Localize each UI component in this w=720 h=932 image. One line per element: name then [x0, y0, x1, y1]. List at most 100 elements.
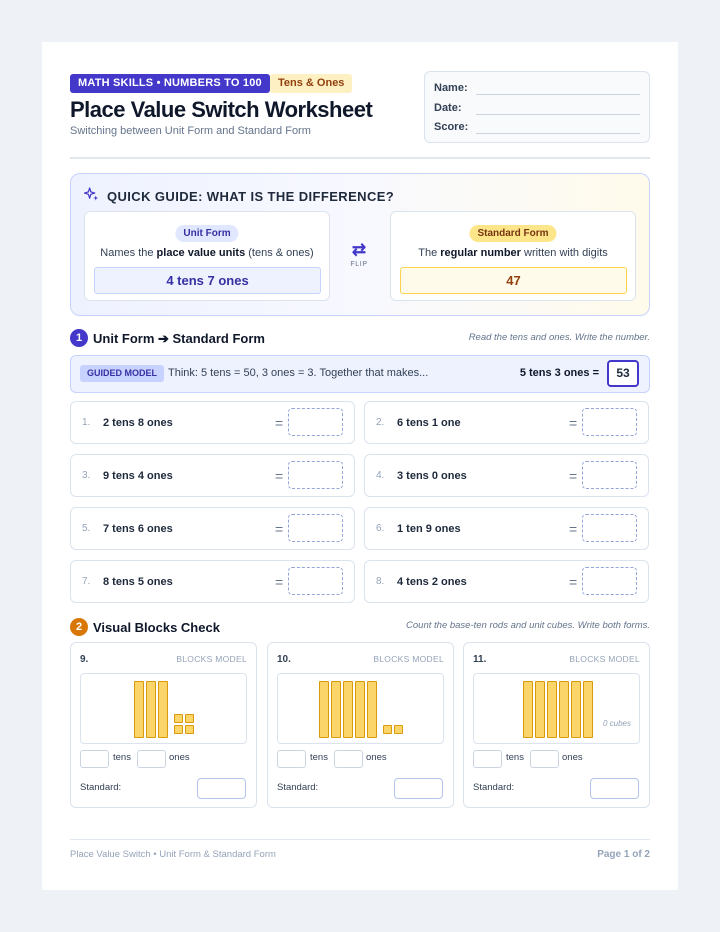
blocks-card: 9. BLOCKS MODEL tens ones Standard:: [70, 642, 257, 808]
blocks-card: 11. BLOCKS MODEL 0 cubes tens ones Stand…: [463, 642, 650, 808]
answer-box[interactable]: [582, 567, 637, 595]
problem-text: 3 tens 0 ones: [397, 470, 467, 482]
standard-label: Standard:: [473, 782, 515, 793]
flip-label: FLIP: [350, 261, 368, 268]
ones-box[interactable]: [334, 750, 363, 768]
tens-label: tens: [310, 752, 328, 763]
blocks-number: 10.: [277, 654, 291, 665]
standard-form-example: 47: [400, 267, 627, 294]
ten-rod: [355, 681, 365, 738]
standard-answer-box[interactable]: [590, 778, 639, 799]
problem-card: 4. 3 tens 0 ones =: [364, 454, 649, 497]
equals-sign: =: [275, 521, 284, 537]
problem-number: 4.: [376, 470, 385, 481]
ten-rod: [146, 681, 156, 738]
section-1-number: 1: [70, 329, 88, 347]
answer-box[interactable]: [582, 408, 637, 436]
swap-arrows-icon: ⇄: [351, 240, 367, 259]
ten-rod: [331, 681, 341, 738]
tens-box[interactable]: [473, 750, 502, 768]
answer-box[interactable]: [582, 514, 637, 542]
problem-text: 1 ten 9 ones: [397, 523, 461, 535]
ten-rod: [523, 681, 533, 738]
header-divider: [70, 157, 650, 159]
quick-guide: QUICK GUIDE: WHAT IS THE DIFFERENCE? Uni…: [70, 173, 650, 316]
problem-number: 8.: [376, 576, 385, 587]
name-label: Name:: [434, 82, 468, 94]
standard-label: Standard:: [277, 782, 319, 793]
tens-box[interactable]: [277, 750, 306, 768]
blocks-number: 11.: [473, 654, 487, 665]
blocks-number: 9.: [80, 654, 89, 665]
ones-box[interactable]: [530, 750, 559, 768]
guided-model: GUIDED MODEL Think: 5 tens = 50, 3 ones …: [70, 355, 650, 393]
standard-answer-box[interactable]: [197, 778, 246, 799]
problem-card: 8. 4 tens 2 ones =: [364, 560, 649, 603]
section-2-instructions: Count the base-ten rods and unit cubes. …: [406, 620, 650, 631]
standard-label: Standard:: [80, 782, 122, 793]
problem-number: 3.: [82, 470, 91, 481]
guided-model-answer: 53: [607, 360, 639, 387]
footer-divider: [70, 839, 650, 840]
problem-card: 7. 8 tens 5 ones =: [70, 560, 355, 603]
problem-number: 1.: [82, 417, 91, 428]
ten-rod: [367, 681, 377, 738]
unit-form-desc: Names the place value units (tens & ones…: [100, 247, 314, 259]
problem-text: 4 tens 2 ones: [397, 576, 467, 588]
problem-card: 1. 2 tens 8 ones =: [70, 401, 355, 444]
page-title: Place Value Switch Worksheet: [70, 97, 373, 122]
blocks-model: [277, 673, 444, 744]
date-label: Date:: [434, 102, 462, 114]
ones-label: ones: [169, 752, 190, 763]
ten-rod: [559, 681, 569, 738]
unit-form-example: 4 tens 7 ones: [94, 267, 321, 294]
equals-sign: =: [569, 415, 578, 431]
problem-card: 5. 7 tens 6 ones =: [70, 507, 355, 550]
answer-box[interactable]: [288, 567, 343, 595]
ones-label: ones: [366, 752, 387, 763]
guided-model-tag: GUIDED MODEL: [80, 365, 165, 382]
sparkle-icon: [83, 187, 99, 206]
standard-answer-box[interactable]: [394, 778, 443, 799]
ones-box[interactable]: [137, 750, 166, 768]
blocks-model: 0 cubes: [473, 673, 640, 744]
score-field[interactable]: [476, 133, 640, 134]
ten-rod: [343, 681, 353, 738]
equals-sign: =: [275, 468, 284, 484]
standard-form-pill: Standard Form: [469, 225, 557, 242]
equals-sign: =: [275, 574, 284, 590]
answer-box[interactable]: [288, 514, 343, 542]
tens-box[interactable]: [80, 750, 109, 768]
tens-label: tens: [113, 752, 131, 763]
answer-box[interactable]: [288, 461, 343, 489]
ten-rod: [319, 681, 329, 738]
section-2-number: 2: [70, 618, 88, 636]
ten-rod: [571, 681, 581, 738]
name-field[interactable]: [476, 94, 640, 95]
page-subtitle: Switching between Unit Form and Standard…: [70, 125, 311, 137]
problem-number: 2.: [376, 417, 385, 428]
ten-rod: [158, 681, 168, 738]
date-field[interactable]: [476, 114, 640, 115]
equals-sign: =: [569, 468, 578, 484]
worksheet-page: MATH SKILLS • NUMBERS TO 100 Tens & Ones…: [42, 42, 678, 890]
problem-text: 9 tens 4 ones: [103, 470, 173, 482]
blocks-card: 10. BLOCKS MODEL tens ones Standard:: [267, 642, 454, 808]
problem-card: 2. 6 tens 1 one =: [364, 401, 649, 444]
tens-label: tens: [506, 752, 524, 763]
equals-sign: =: [275, 415, 284, 431]
problem-text: 7 tens 6 ones: [103, 523, 173, 535]
standard-form-card: Standard Form The regular number written…: [390, 211, 636, 301]
answer-box[interactable]: [582, 461, 637, 489]
guided-model-text: Think: 5 tens = 50, 3 ones = 3. Together…: [168, 367, 429, 379]
footer-text: Place Value Switch • Unit Form & Standar…: [70, 849, 276, 860]
flip-indicator: ⇄ FLIP: [336, 241, 382, 268]
answer-box[interactable]: [288, 408, 343, 436]
unit-cube: [394, 725, 403, 734]
guided-model-equation: 5 tens 3 ones =: [519, 367, 599, 379]
blocks-model-tag: BLOCKS MODEL: [373, 654, 444, 664]
page-number: Page 1 of 2: [597, 849, 650, 860]
problem-text: 2 tens 8 ones: [103, 417, 173, 429]
skill-badge: MATH SKILLS • NUMBERS TO 100: [70, 74, 270, 93]
section-2-title: Visual Blocks Check: [93, 620, 220, 635]
